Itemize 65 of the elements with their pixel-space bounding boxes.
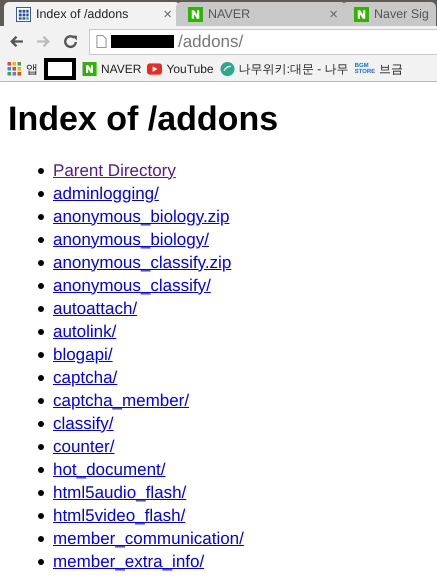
bookmark[interactable]: NAVER [82,62,142,76]
url-text: /addons/ [178,32,244,52]
directory-link[interactable]: blogapi/ [53,344,113,364]
directory-link[interactable]: counter/ [53,436,114,456]
bullet-icon [38,190,44,196]
play-icon [147,62,162,76]
bullet-icon [38,306,44,312]
bullet-icon [38,512,44,518]
bullet-icon [38,214,44,220]
directory-link[interactable]: anonymous_classify/ [53,276,211,296]
tab-title: Index of /addons [36,7,130,21]
browser-tab[interactable]: Naver Sig [342,2,436,26]
close-icon[interactable]: × [163,6,172,22]
page-icon [96,35,107,48]
redaction-bar [111,35,174,48]
browser-tab[interactable]: Index of /addons × [4,2,180,26]
page-heading: Index of /addons [8,100,280,139]
bullet-icon [38,444,44,450]
bullet-icon [38,420,44,426]
grid-icon [16,6,31,22]
directory-link[interactable]: captcha/ [53,368,118,388]
n-logo-icon [82,62,97,76]
bullet-icon [38,466,44,472]
back-icon[interactable] [8,33,25,50]
bullet-icon [38,558,44,564]
directory-link[interactable]: autoattach/ [53,298,138,318]
directory-link[interactable]: anonymous_biology.zip [53,206,230,226]
directory-link[interactable]: anonymous_biology/ [53,230,209,250]
directory-link[interactable]: adminlogging/ [53,184,159,204]
apps-icon [7,62,22,76]
tab-title: NAVER [208,7,252,21]
directory-link[interactable]: member_extra_info/ [53,552,204,572]
bookmark-label: 앱 [26,60,38,78]
bullet-icon [38,260,44,266]
address-bar[interactable]: /addons/ [89,28,437,54]
bullet-icon [38,282,44,288]
bullet-icon [38,490,44,496]
bookmark[interactable]: 앱 [7,60,38,78]
bullet-icon [38,352,44,358]
n-logo-icon [188,6,203,22]
directory-link[interactable]: anonymous_classify.zip [53,252,232,272]
bookmark-label: 브금 [379,60,404,78]
tab-title: Naver Sig [374,7,430,21]
bullet-icon [38,398,44,404]
bullet-icon [38,536,44,542]
reload-icon[interactable] [62,33,79,50]
leaf-icon [220,62,235,76]
directory-link[interactable]: captcha_member/ [53,390,190,410]
directory-link[interactable]: Parent Directory [53,160,176,180]
bullet-icon [38,328,44,334]
directory-link[interactable]: hot_document/ [53,460,166,480]
directory-link[interactable]: member_communication/ [53,528,244,548]
bullet-icon [38,374,44,380]
browser-tab[interactable]: NAVER × [176,2,346,26]
bullet-icon [38,168,44,174]
directory-link[interactable]: autolink/ [53,322,116,342]
directory-link[interactable]: html5video_flash/ [53,506,186,526]
directory-link[interactable]: classify/ [53,414,114,434]
bullet-icon [38,236,44,242]
bookmark-label: NAVER [101,62,142,76]
redaction-box [44,58,76,80]
directory-link[interactable]: html5audio_flash/ [53,482,186,502]
n-logo-icon [354,6,369,22]
bookmark[interactable]: YouTube [147,62,214,76]
bookmark-label: YouTube [166,62,214,76]
